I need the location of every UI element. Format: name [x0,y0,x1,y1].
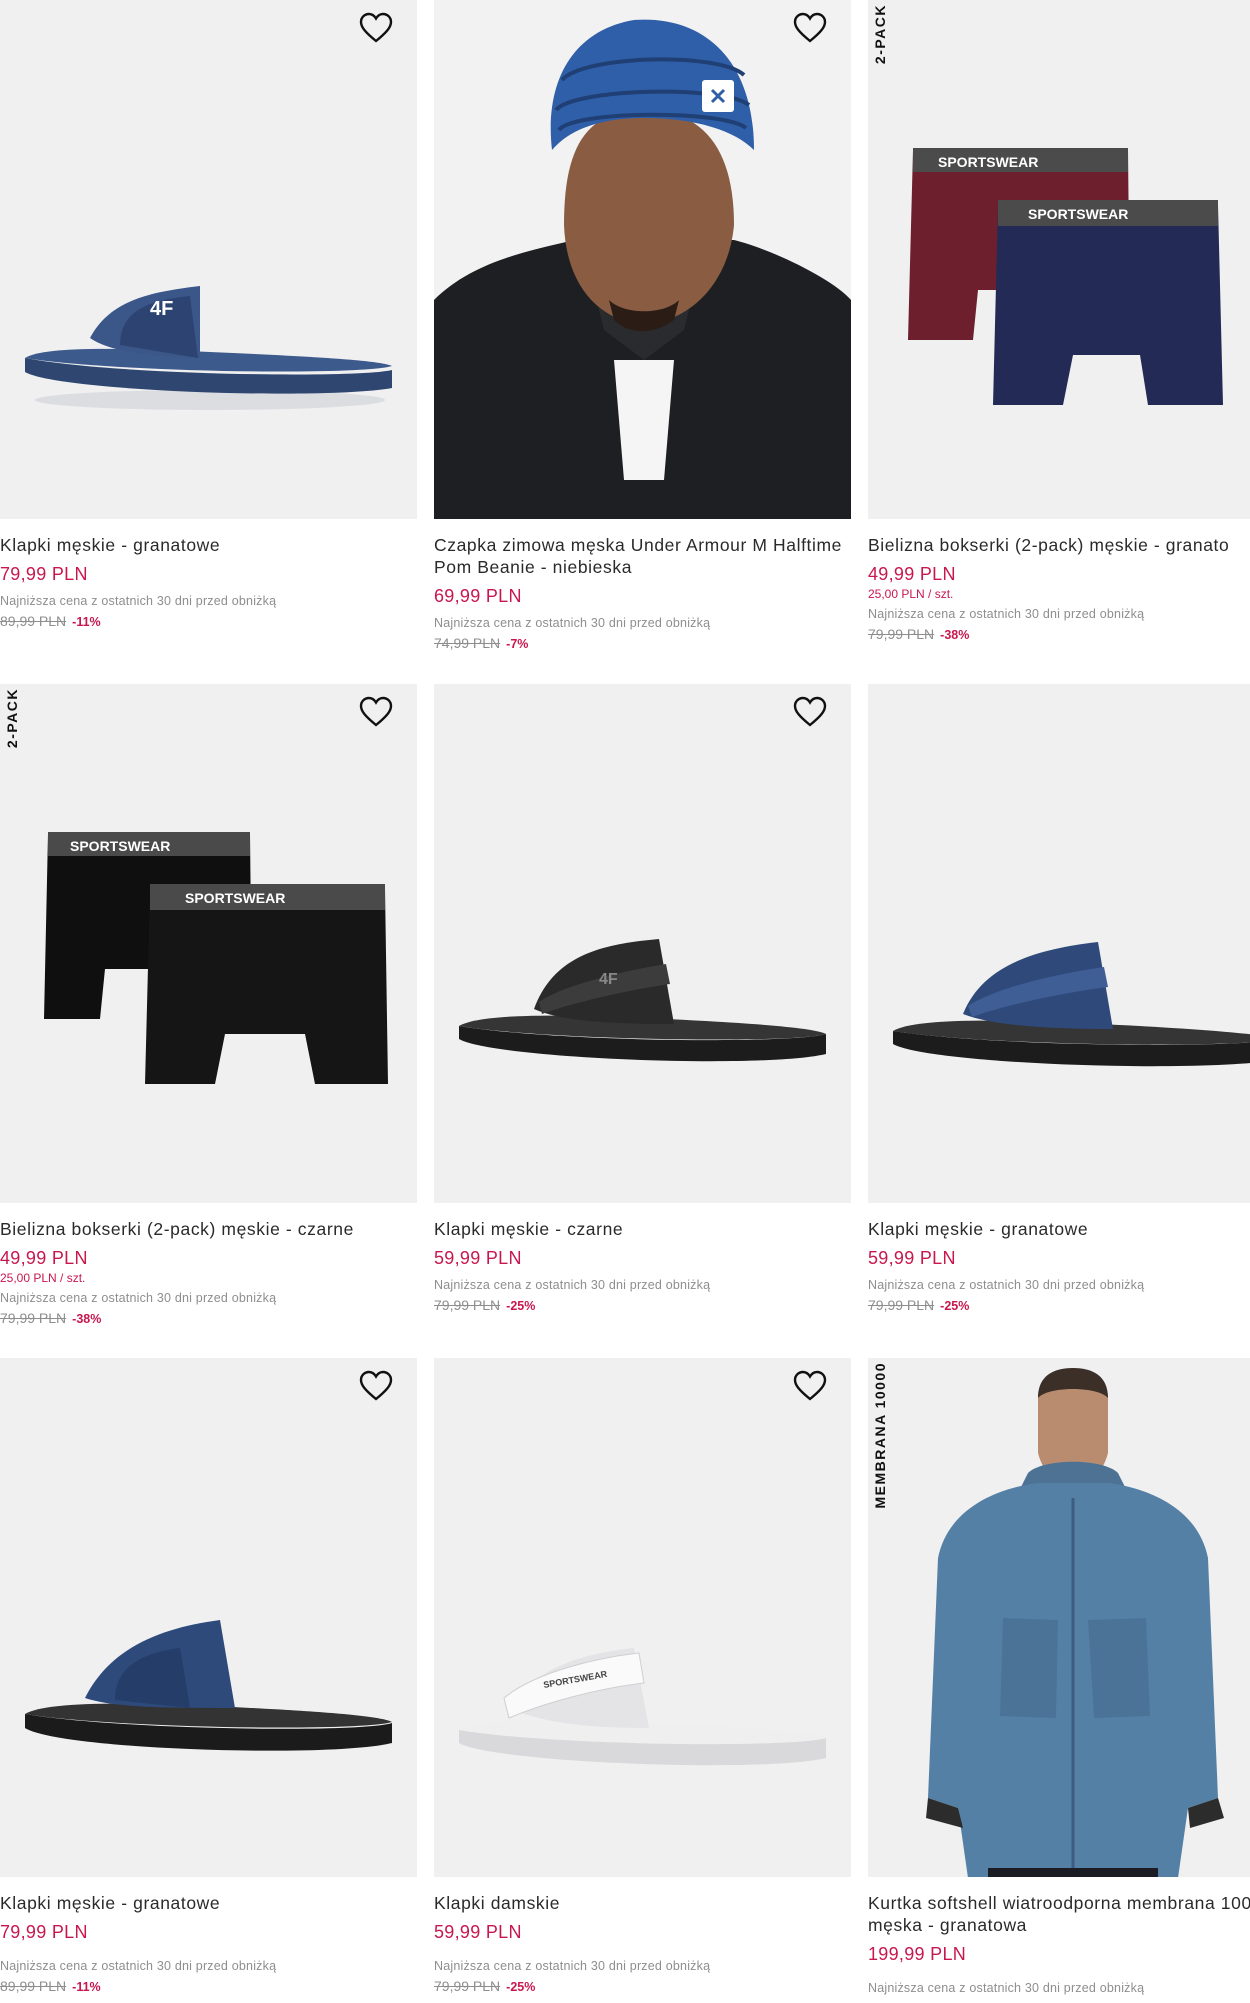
discount-badge: -38% [72,1312,102,1326]
slide-sandal-image: SPORTSWEAR [434,1358,851,1877]
product-price: 59,99 PLN [434,1248,522,1268]
product-price: 49,99 PLN [0,1248,88,1268]
boxers-image: SPORTSWEAR SPORTSWEAR [0,684,417,1203]
product-card[interactable]: Czapka zimowa męska Under Armour M Halft… [434,0,851,651]
product-card[interactable]: 4F Klapki męskie - granatowe 79,99 PLN N… [0,0,417,629]
heart-outline-icon[interactable] [793,12,827,44]
product-image[interactable]: SPORTSWEAR SPORTSWEAR 2-PACK [0,684,417,1203]
lowest-price-note: Najniższa cena z ostatnich 30 dni przed … [868,1981,1145,1995]
old-price: 79,99 PLN [434,1978,501,1994]
lowest-price-note: Najniższa cena z ostatnich 30 dni przed … [868,1278,1145,1292]
product-image[interactable]: 4F [434,684,851,1203]
svg-text:SPORTSWEAR: SPORTSWEAR [938,154,1038,170]
slide-sandal-image [868,684,1250,1203]
product-badge: 2-PACK [872,4,888,65]
product-image[interactable]: MEMBRANA 10000 [868,1358,1250,1877]
discount-badge: -7% [506,637,529,651]
product-card[interactable]: SPORTSWEAR Klapki damskie 59,99 PLN Najn… [434,1358,851,1994]
old-price-row: 79,99 PLN -25% [434,1978,851,1994]
product-title[interactable]: Bielizna bokserki (2-pack) męskie - czar… [0,1218,417,1240]
product-image[interactable]: 4F [0,0,417,519]
product-card[interactable]: 4F Klapki męskie - czarne 59,99 PLN Najn… [434,684,851,1313]
old-price: 74,99 PLN [434,635,501,651]
svg-text:SPORTSWEAR: SPORTSWEAR [1028,206,1128,222]
svg-text:4F: 4F [150,298,173,320]
old-price-row: 89,99 PLN -11% [0,1978,417,1994]
product-card[interactable]: MEMBRANA 10000 Kurtka softshell wiatrood… [868,1358,1250,1995]
product-price: 199,99 PLN [868,1944,967,1964]
product-card[interactable]: SPORTSWEAR SPORTSWEAR 2-PACK Bielizna bo… [0,684,417,1326]
product-title[interactable]: Klapki męskie - granatowe [0,1892,417,1914]
beanie-model-image [434,0,851,519]
slide-sandal-image [0,1358,417,1877]
old-price: 89,99 PLN [0,613,67,629]
old-price-row: 79,99 PLN -38% [868,626,1250,642]
product-title[interactable]: Klapki męskie - granatowe [868,1218,1250,1240]
product-title[interactable]: Klapki damskie [434,1892,851,1914]
product-price: 59,99 PLN [868,1248,956,1268]
old-price-row: 89,99 PLN -11% [0,613,417,629]
old-price-row: 79,99 PLN -25% [434,1297,851,1313]
lowest-price-note: Najniższa cena z ostatnich 30 dni przed … [434,1278,711,1292]
lowest-price-note: Najniższa cena z ostatnich 30 dni przed … [434,1959,711,1973]
product-price: 59,99 PLN [434,1922,522,1942]
heart-outline-icon[interactable] [359,696,393,728]
old-price: 79,99 PLN [868,1297,935,1313]
unit-price: 25,00 PLN / szt. [0,1271,86,1285]
jacket-model-image [868,1358,1250,1877]
product-title[interactable]: Kurtka softshell wiatroodporna membrana … [868,1892,1250,1936]
lowest-price-note: Najniższa cena z ostatnich 30 dni przed … [434,616,711,630]
product-card[interactable]: Klapki męskie - granatowe 79,99 PLN Najn… [0,1358,417,1994]
lowest-price-note: Najniższa cena z ostatnich 30 dni przed … [868,607,1145,621]
product-title[interactable]: Klapki męskie - czarne [434,1218,851,1240]
discount-badge: -25% [506,1980,536,1994]
product-price: 69,99 PLN [434,586,522,606]
product-price: 79,99 PLN [0,564,88,584]
lowest-price-note: Najniższa cena z ostatnich 30 dni przed … [0,594,277,608]
product-title[interactable]: Czapka zimowa męska Under Armour M Halft… [434,534,851,578]
product-price: 79,99 PLN [0,1922,88,1942]
product-card[interactable]: Klapki męskie - granatowe 59,99 PLN Najn… [868,684,1250,1313]
product-image[interactable]: SPORTSWEAR SPORTSWEAR 2-PACK [868,0,1250,519]
discount-badge: -11% [72,615,101,629]
slide-sandal-image: 4F [0,0,417,519]
discount-badge: -38% [940,628,970,642]
product-card[interactable]: SPORTSWEAR SPORTSWEAR 2-PACK Bielizna bo… [868,0,1250,642]
svg-text:SPORTSWEAR: SPORTSWEAR [70,838,170,854]
svg-text:4F: 4F [599,971,618,988]
product-image[interactable] [434,0,851,519]
heart-outline-icon[interactable] [793,1370,827,1402]
product-badge: 2-PACK [4,688,20,749]
old-price-row: 79,99 PLN -25% [868,1297,1250,1313]
old-price: 79,99 PLN [868,626,935,642]
old-price-row: 74,99 PLN -7% [434,635,851,651]
heart-outline-icon[interactable] [359,1370,393,1402]
old-price-row: 79,99 PLN -38% [0,1310,417,1326]
product-image[interactable]: SPORTSWEAR [434,1358,851,1877]
product-image[interactable] [868,684,1250,1203]
boxers-image: SPORTSWEAR SPORTSWEAR [868,0,1250,519]
product-title[interactable]: Klapki męskie - granatowe [0,534,417,556]
product-image[interactable] [0,1358,417,1877]
product-badge: MEMBRANA 10000 [872,1362,888,1509]
product-price: 49,99 PLN [868,564,956,584]
lowest-price-note: Najniższa cena z ostatnich 30 dni przed … [0,1291,277,1305]
heart-outline-icon[interactable] [359,12,393,44]
product-title[interactable]: Bielizna bokserki (2-pack) męskie - gran… [868,534,1250,556]
old-price: 79,99 PLN [434,1297,501,1313]
discount-badge: -11% [72,1980,101,1994]
old-price: 79,99 PLN [0,1310,67,1326]
svg-text:SPORTSWEAR: SPORTSWEAR [185,890,285,906]
unit-price: 25,00 PLN / szt. [868,587,954,601]
heart-outline-icon[interactable] [793,696,827,728]
discount-badge: -25% [940,1299,970,1313]
lowest-price-note: Najniższa cena z ostatnich 30 dni przed … [0,1959,277,1973]
discount-badge: -25% [506,1299,536,1313]
slide-sandal-image: 4F [434,684,851,1203]
old-price: 89,99 PLN [0,1978,67,1994]
